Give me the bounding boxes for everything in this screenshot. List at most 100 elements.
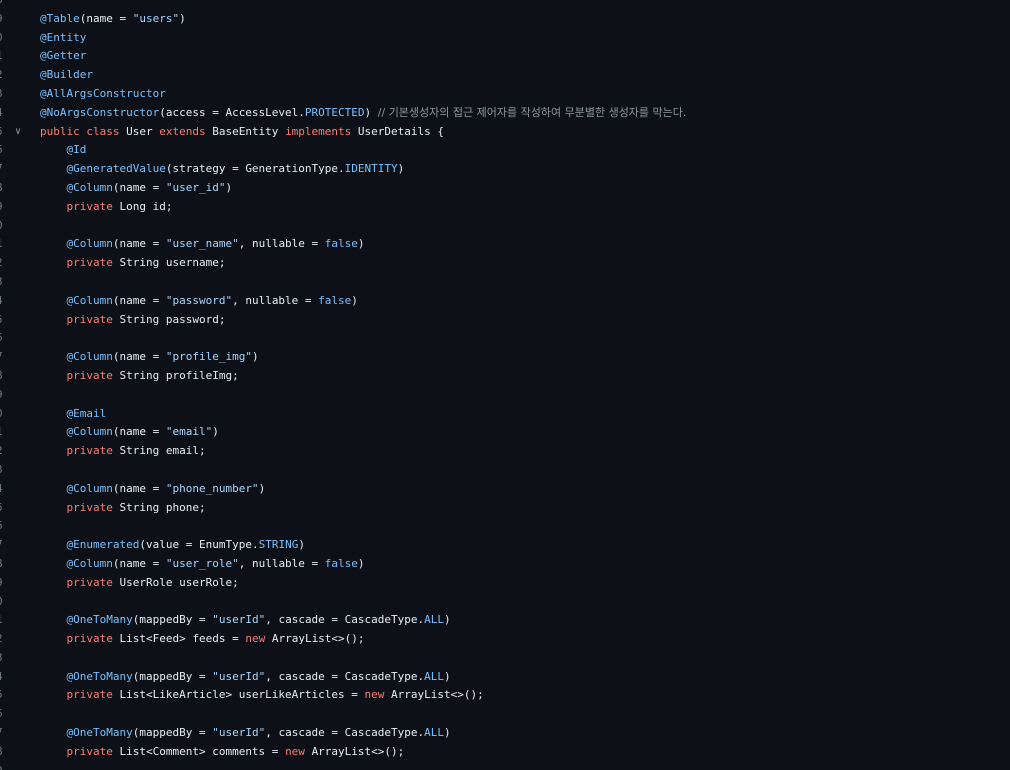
code-token: private: [66, 632, 120, 646]
code-editor[interactable]: 89@Table(name = "users")0@Entity1@Getter…: [0, 0, 1010, 770]
line-number: 2: [0, 254, 6, 273]
line-number: 1: [0, 235, 6, 254]
code-token: new: [245, 632, 272, 646]
fold-chevron-icon[interactable]: ∨: [15, 123, 27, 142]
code-line[interactable]: 1 @Column(name = "email"): [0, 423, 1010, 442]
code-line[interactable]: 3: [0, 461, 1010, 480]
code-line[interactable]: 5 ∨ public class User extends BaseEntity i…: [0, 123, 1010, 142]
code-line[interactable]: 4 @Column(name = "password", nullable = …: [0, 292, 1010, 311]
code-line[interactable]: 6 @Id: [0, 141, 1010, 160]
code-token: private: [66, 256, 120, 270]
code-token: @Column: [66, 425, 113, 439]
code-line[interactable]: 9 private UserRole userRole;: [0, 574, 1010, 593]
code-line[interactable]: 1 @OneToMany(mappedBy = "userId", cascad…: [0, 611, 1010, 630]
line-number: 8: [0, 555, 6, 574]
line-number: 4: [0, 480, 6, 499]
code-token: (name =: [112, 556, 166, 570]
code-line[interactable]: 4 @OneToMany(mappedBy = "userId", cascad…: [0, 668, 1010, 687]
code-line[interactable]: 6: [0, 517, 1010, 536]
code-token: @Builder: [40, 68, 93, 82]
code-line[interactable]: 1 @Getter: [0, 47, 1010, 66]
code-line[interactable]: 8 private String profileImg;: [0, 367, 1010, 386]
code-line[interactable]: 0 @Entity: [0, 29, 1010, 48]
code-line[interactable]: 3: [0, 273, 1010, 292]
code-line[interactable]: 8 private List<Comment> comments = new A…: [0, 743, 1010, 762]
code-token: new: [285, 744, 312, 758]
code-token: private: [66, 368, 120, 382]
code-line[interactable]: 0: [0, 217, 1010, 236]
line-content: private String profileImg;: [40, 367, 239, 386]
code-line[interactable]: 9: [0, 386, 1010, 405]
code-line[interactable]: 5 private String password;: [0, 311, 1010, 330]
code-token: (name =: [112, 481, 166, 495]
code-line[interactable]: 3 @AllArgsConstructor: [0, 85, 1010, 104]
code-line[interactable]: 2 private String username;: [0, 254, 1010, 273]
code-line[interactable]: 7 @GeneratedValue(strategy = GenerationT…: [0, 160, 1010, 179]
code-token: , nullable =: [232, 293, 319, 307]
code-token: "userId": [212, 613, 266, 627]
code-token: String username;: [119, 256, 226, 270]
code-line[interactable]: 7 @Column(name = "profile_img"): [0, 348, 1010, 367]
code-token: ): [357, 237, 365, 251]
line-number: 7: [0, 724, 6, 743]
code-token: (mappedBy =: [132, 669, 213, 683]
code-token: @NoArgsConstructor: [40, 105, 160, 119]
code-token: String email;: [119, 444, 206, 458]
line-content: @Column(name = "user_role", nullable = f…: [40, 555, 365, 574]
code-line[interactable]: 8: [0, 0, 1010, 10]
line-content: @Enumerated(value = EnumType.STRING): [40, 536, 305, 555]
code-token: UserDetails {: [357, 124, 445, 138]
line-number: 5: [0, 311, 6, 330]
code-token: private: [66, 744, 120, 758]
line-number: 9: [0, 386, 6, 405]
code-token: @OneToMany: [66, 669, 133, 683]
line-number: 8: [0, 179, 6, 198]
code-line[interactable]: 2 private String email;: [0, 442, 1010, 461]
line-content: @Email: [40, 405, 107, 424]
code-token: (name =: [112, 237, 166, 251]
code-line[interactable]: 7 @OneToMany(mappedBy = "userId", cascad…: [0, 724, 1010, 743]
code-line[interactable]: 8 @Column(name = "user_id"): [0, 179, 1010, 198]
line-content: public class User extends BaseEntity imp…: [40, 123, 444, 142]
code-line[interactable]: 9: [0, 762, 1010, 770]
code-line[interactable]: 7 @Enumerated(value = EnumType.STRING): [0, 536, 1010, 555]
code-line[interactable]: 5 private List<LikeArticle> userLikeArti…: [0, 686, 1010, 705]
code-line[interactable]: 5 private String phone;: [0, 499, 1010, 518]
code-line[interactable]: 9 @Table(name = "users"): [0, 10, 1010, 29]
code-line[interactable]: 4 @NoArgsConstructor(access = AccessLevel…: [0, 104, 1010, 123]
code-token: ): [225, 180, 233, 194]
line-content: private UserRole userRole;: [40, 574, 239, 593]
code-token: String phone;: [119, 500, 206, 514]
code-line[interactable]: 6: [0, 705, 1010, 724]
code-line[interactable]: 2 @Builder: [0, 66, 1010, 85]
code-line[interactable]: 3: [0, 649, 1010, 668]
line-number: 6: [0, 329, 6, 348]
code-token: "userId": [212, 726, 266, 740]
code-token: "user_id": [165, 180, 226, 194]
line-number: 9: [0, 198, 6, 217]
code-line[interactable]: 6: [0, 329, 1010, 348]
code-line[interactable]: 8 @Column(name = "user_role", nullable =…: [0, 555, 1010, 574]
code-line[interactable]: 4 @Column(name = "phone_number"): [0, 480, 1010, 499]
code-token: List<Comment> comments =: [119, 744, 286, 758]
code-token: "email": [165, 425, 213, 439]
code-line[interactable]: 0: [0, 593, 1010, 612]
code-line[interactable]: 2 private List<Feed> feeds = new ArrayLi…: [0, 630, 1010, 649]
code-token: ALL: [424, 726, 445, 740]
code-token: @Email: [66, 406, 107, 420]
code-line[interactable]: 0 @Email: [0, 405, 1010, 424]
line-number: 7: [0, 348, 6, 367]
code-line[interactable]: 1 @Column(name = "user_name", nullable =…: [0, 235, 1010, 254]
code-line[interactable]: 9 private Long id;: [0, 198, 1010, 217]
line-content: @Column(name = "email"): [40, 423, 219, 442]
code-token: , nullable =: [238, 556, 325, 570]
code-token: ): [444, 669, 451, 683]
